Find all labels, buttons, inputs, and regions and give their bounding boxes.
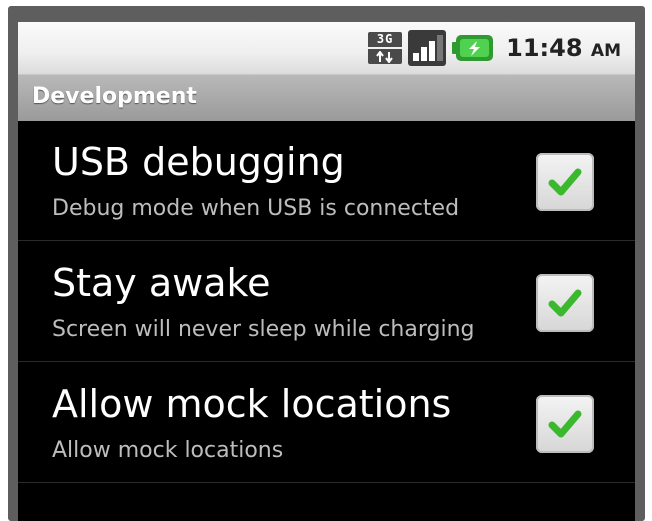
battery-charging-icon <box>452 33 494 63</box>
checkmark-icon <box>548 168 582 196</box>
status-clock: 11:48 AM <box>506 34 621 62</box>
clock-time: 11:48 <box>506 34 583 62</box>
status-bar: 3G 11:48 AM <box>18 22 635 74</box>
setting-label: Allow mock locations <box>52 382 452 426</box>
phone-screen: 3G 11:48 AM Development USB debugging De… <box>18 22 635 521</box>
checkmark-icon <box>548 410 582 438</box>
settings-list: USB debugging Debug mode when USB is con… <box>18 120 635 483</box>
stay-awake-checkbox[interactable] <box>536 274 594 332</box>
setting-allow-mock-locations[interactable]: Allow mock locations Allow mock location… <box>18 362 635 483</box>
setting-summary: Allow mock locations <box>52 438 284 463</box>
setting-summary: Screen will never sleep while charging <box>52 317 475 342</box>
allow-mock-locations-checkbox[interactable] <box>536 395 594 453</box>
title-bar: Development <box>18 74 635 121</box>
setting-usb-debugging[interactable]: USB debugging Debug mode when USB is con… <box>18 120 635 241</box>
setting-label: Stay awake <box>52 261 271 305</box>
page-title: Development <box>32 84 197 109</box>
setting-summary: Debug mode when USB is connected <box>52 196 460 221</box>
checkmark-icon <box>548 289 582 317</box>
usb-debugging-checkbox[interactable] <box>536 153 594 211</box>
setting-stay-awake[interactable]: Stay awake Screen will never sleep while… <box>18 241 635 362</box>
network-3g-icon: 3G <box>366 31 403 65</box>
clock-ampm: AM <box>590 41 621 61</box>
signal-strength-icon <box>408 30 447 66</box>
setting-label: USB debugging <box>52 140 345 184</box>
